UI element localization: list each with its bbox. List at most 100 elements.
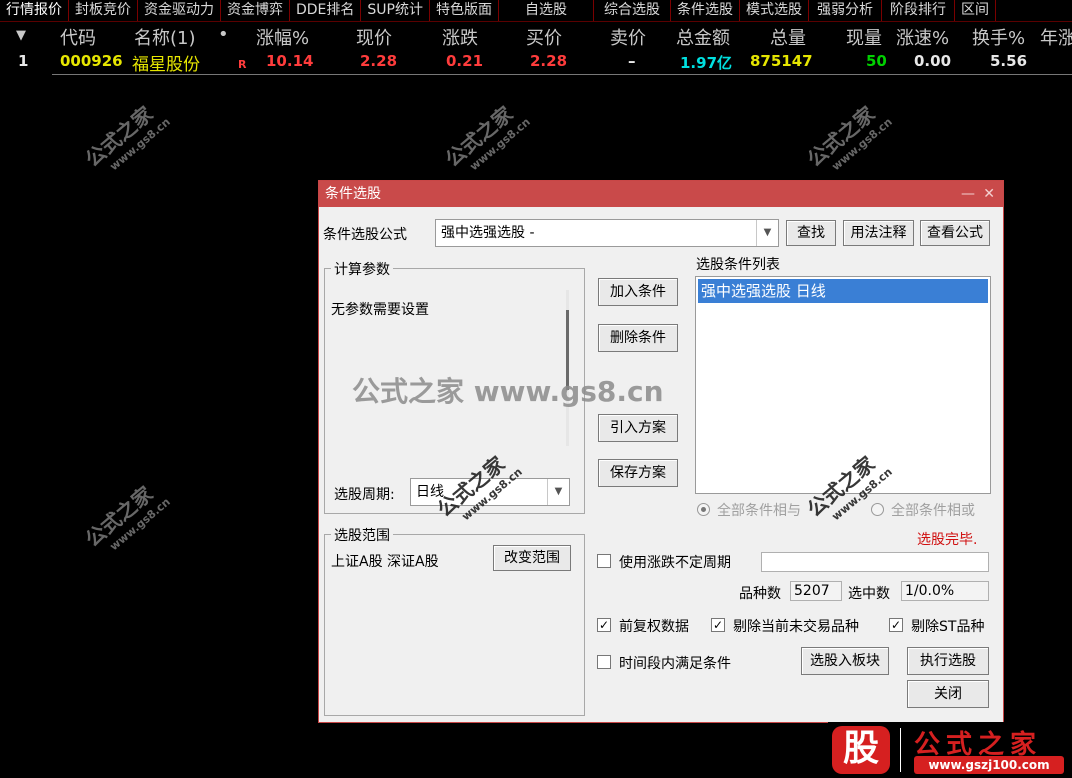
period-label: 选股周期: <box>334 487 395 503</box>
minimize-icon[interactable]: — <box>961 181 975 207</box>
row-price: 2.28 <box>360 52 398 70</box>
col-ask[interactable]: 卖价 <box>610 24 646 50</box>
row-current-volume: 50 <box>866 52 887 70</box>
tab-strength[interactable]: 强弱分析 <box>809 0 882 21</box>
condition-list-label: 选股条件列表 <box>696 257 780 273</box>
tab-feature[interactable]: 特色版面 <box>430 0 499 21</box>
col-volume[interactable]: 总量 <box>770 24 806 50</box>
view-formula-button[interactable]: 查看公式 <box>920 220 990 246</box>
tab-condition[interactable]: 条件选股 <box>671 0 740 21</box>
stock-logo-icon: 股 <box>832 726 890 774</box>
watermark: 公式之家 www.gs8.cn <box>440 101 533 174</box>
status-text: 选股完毕. <box>917 532 978 548</box>
chevron-down-icon[interactable]: ▼ <box>756 220 778 246</box>
watermark: 公式之家 www.gs8.cn <box>802 101 895 174</box>
col-name[interactable]: 名称(1) <box>134 24 196 50</box>
formula-select[interactable]: 强中选强选股 - ▼ <box>435 219 779 247</box>
selected-value: 1/0.0% <box>901 581 989 601</box>
row-bid: 2.28 <box>530 52 568 70</box>
brand-logo: 股 公式之家 www.gszj100.com <box>828 722 1072 778</box>
run-selection-button[interactable]: 执行选股 <box>907 647 989 675</box>
col-change[interactable]: 涨跌 <box>442 24 478 50</box>
tab-composite[interactable]: 综合选股 <box>594 0 671 21</box>
params-text: 无参数需要设置 <box>331 302 429 318</box>
row-underline <box>52 74 1072 75</box>
tab-dde-rank[interactable]: DDE排名 <box>290 0 362 21</box>
uncertain-period-input[interactable] <box>761 552 989 572</box>
radio-all-or-label: 全部条件相或 <box>891 503 975 519</box>
row-volume: 875147 <box>750 52 813 70</box>
exclude-untraded-label: 剔除当前未交易品种 <box>733 619 859 635</box>
count-label: 品种数 <box>739 586 781 602</box>
col-code[interactable]: 代码 <box>60 24 96 50</box>
dialog-title-bar[interactable]: 条件选股 — ✕ <box>319 181 1003 207</box>
watermark: 公式之家 www.gs8.cn <box>80 101 173 174</box>
radio-all-or[interactable] <box>871 503 884 516</box>
exclude-st-label: 剔除ST品种 <box>911 619 985 635</box>
col-bid[interactable]: 买价 <box>526 24 562 50</box>
dialog-title: 条件选股 <box>325 186 381 202</box>
close-icon[interactable]: ✕ <box>983 181 995 207</box>
adjusted-data-label: 前复权数据 <box>619 619 689 635</box>
tab-stage-rank[interactable]: 阶段排行 <box>882 0 955 21</box>
center-watermark: 公式之家 www.gs8.cn <box>352 375 664 408</box>
col-year-change[interactable]: 年涨 <box>1040 24 1072 50</box>
uncertain-period-checkbox[interactable] <box>597 554 611 568</box>
exclude-untraded-checkbox[interactable]: ✓ <box>711 618 725 632</box>
row-code: 000926 <box>60 52 123 70</box>
exclude-st-checkbox[interactable]: ✓ <box>889 618 903 632</box>
brand-url: www.gszj100.com <box>914 756 1064 774</box>
import-plan-button[interactable]: 引入方案 <box>598 414 678 442</box>
row-amount: 1.97亿 <box>680 54 733 72</box>
condition-list[interactable]: 强中选强选股 日线 <box>695 276 991 494</box>
to-block-button[interactable]: 选股入板块 <box>801 647 889 675</box>
col-change-pct[interactable]: 涨幅% <box>256 24 309 50</box>
col-speed[interactable]: 涨速% <box>896 24 949 50</box>
tab-auction[interactable]: 封板竞价 <box>69 0 138 21</box>
find-button[interactable]: 查找 <box>786 220 836 246</box>
table-row[interactable]: 1 000926 福星股份 R 10.14 2.28 0.21 2.28 – 1… <box>0 52 1072 75</box>
tab-pattern[interactable]: 模式选股 <box>740 0 809 21</box>
adjusted-data-checkbox[interactable]: ✓ <box>597 618 611 632</box>
quote-table-header: ▼ 代码 名称(1) • 涨幅% 现价 涨跌 买价 卖价 总金额 总量 现量 涨… <box>0 24 1072 50</box>
interval-condition-checkbox[interactable] <box>597 655 611 669</box>
tab-fund-game[interactable]: 资金博弈 <box>221 0 290 21</box>
tab-interval[interactable]: 区间 <box>955 0 996 21</box>
top-tab-bar: 行情报价 封板竞价 资金驱动力 资金博弈 DDE排名 SUP统计 特色版面 自选… <box>0 0 1072 22</box>
tab-quote[interactable]: 行情报价 <box>0 0 69 21</box>
col-current-volume[interactable]: 现量 <box>846 24 882 50</box>
watermark: 公式之家 www.gs8.cn <box>80 481 173 554</box>
formula-label: 条件选股公式 <box>323 227 407 243</box>
tab-fund-drive[interactable]: 资金驱动力 <box>138 0 221 21</box>
radio-all-and[interactable] <box>697 503 710 516</box>
radio-all-and-label: 全部条件相与 <box>717 503 801 519</box>
row-change-pct: 10.14 <box>266 52 314 70</box>
col-dot: • <box>218 24 229 45</box>
row-turnover: 5.56 <box>990 52 1028 70</box>
change-scope-button[interactable]: 改变范围 <box>493 545 571 571</box>
save-plan-button[interactable]: 保存方案 <box>598 459 678 487</box>
delete-condition-button[interactable]: 删除条件 <box>598 324 678 352</box>
selected-label: 选中数 <box>848 586 890 602</box>
col-amount[interactable]: 总金额 <box>676 24 730 50</box>
interval-condition-label: 时间段内满足条件 <box>619 656 731 672</box>
row-change: 0.21 <box>446 52 484 70</box>
scope-group-title: 选股范围 <box>331 525 393 545</box>
tab-sup-stats[interactable]: SUP统计 <box>361 0 430 21</box>
close-button[interactable]: 关闭 <box>907 680 989 708</box>
uncertain-period-label: 使用涨跌不定周期 <box>619 555 731 571</box>
sort-indicator-icon[interactable]: ▼ <box>16 28 26 43</box>
row-flag: R <box>238 58 247 71</box>
tab-watchlist[interactable]: 自选股 <box>499 0 594 21</box>
row-index: 1 <box>18 52 29 70</box>
usage-notes-button[interactable]: 用法注释 <box>843 220 914 246</box>
params-scrollbar[interactable] <box>566 290 569 446</box>
list-item[interactable]: 强中选强选股 日线 <box>698 279 988 303</box>
chevron-down-icon[interactable]: ▼ <box>547 479 569 505</box>
scope-text: 上证A股 深证A股 <box>331 554 439 570</box>
formula-value: 强中选强选股 - <box>441 225 535 241</box>
params-group-title: 计算参数 <box>331 259 393 279</box>
col-turnover[interactable]: 换手% <box>972 24 1025 50</box>
col-price[interactable]: 现价 <box>356 24 392 50</box>
add-condition-button[interactable]: 加入条件 <box>598 278 678 306</box>
